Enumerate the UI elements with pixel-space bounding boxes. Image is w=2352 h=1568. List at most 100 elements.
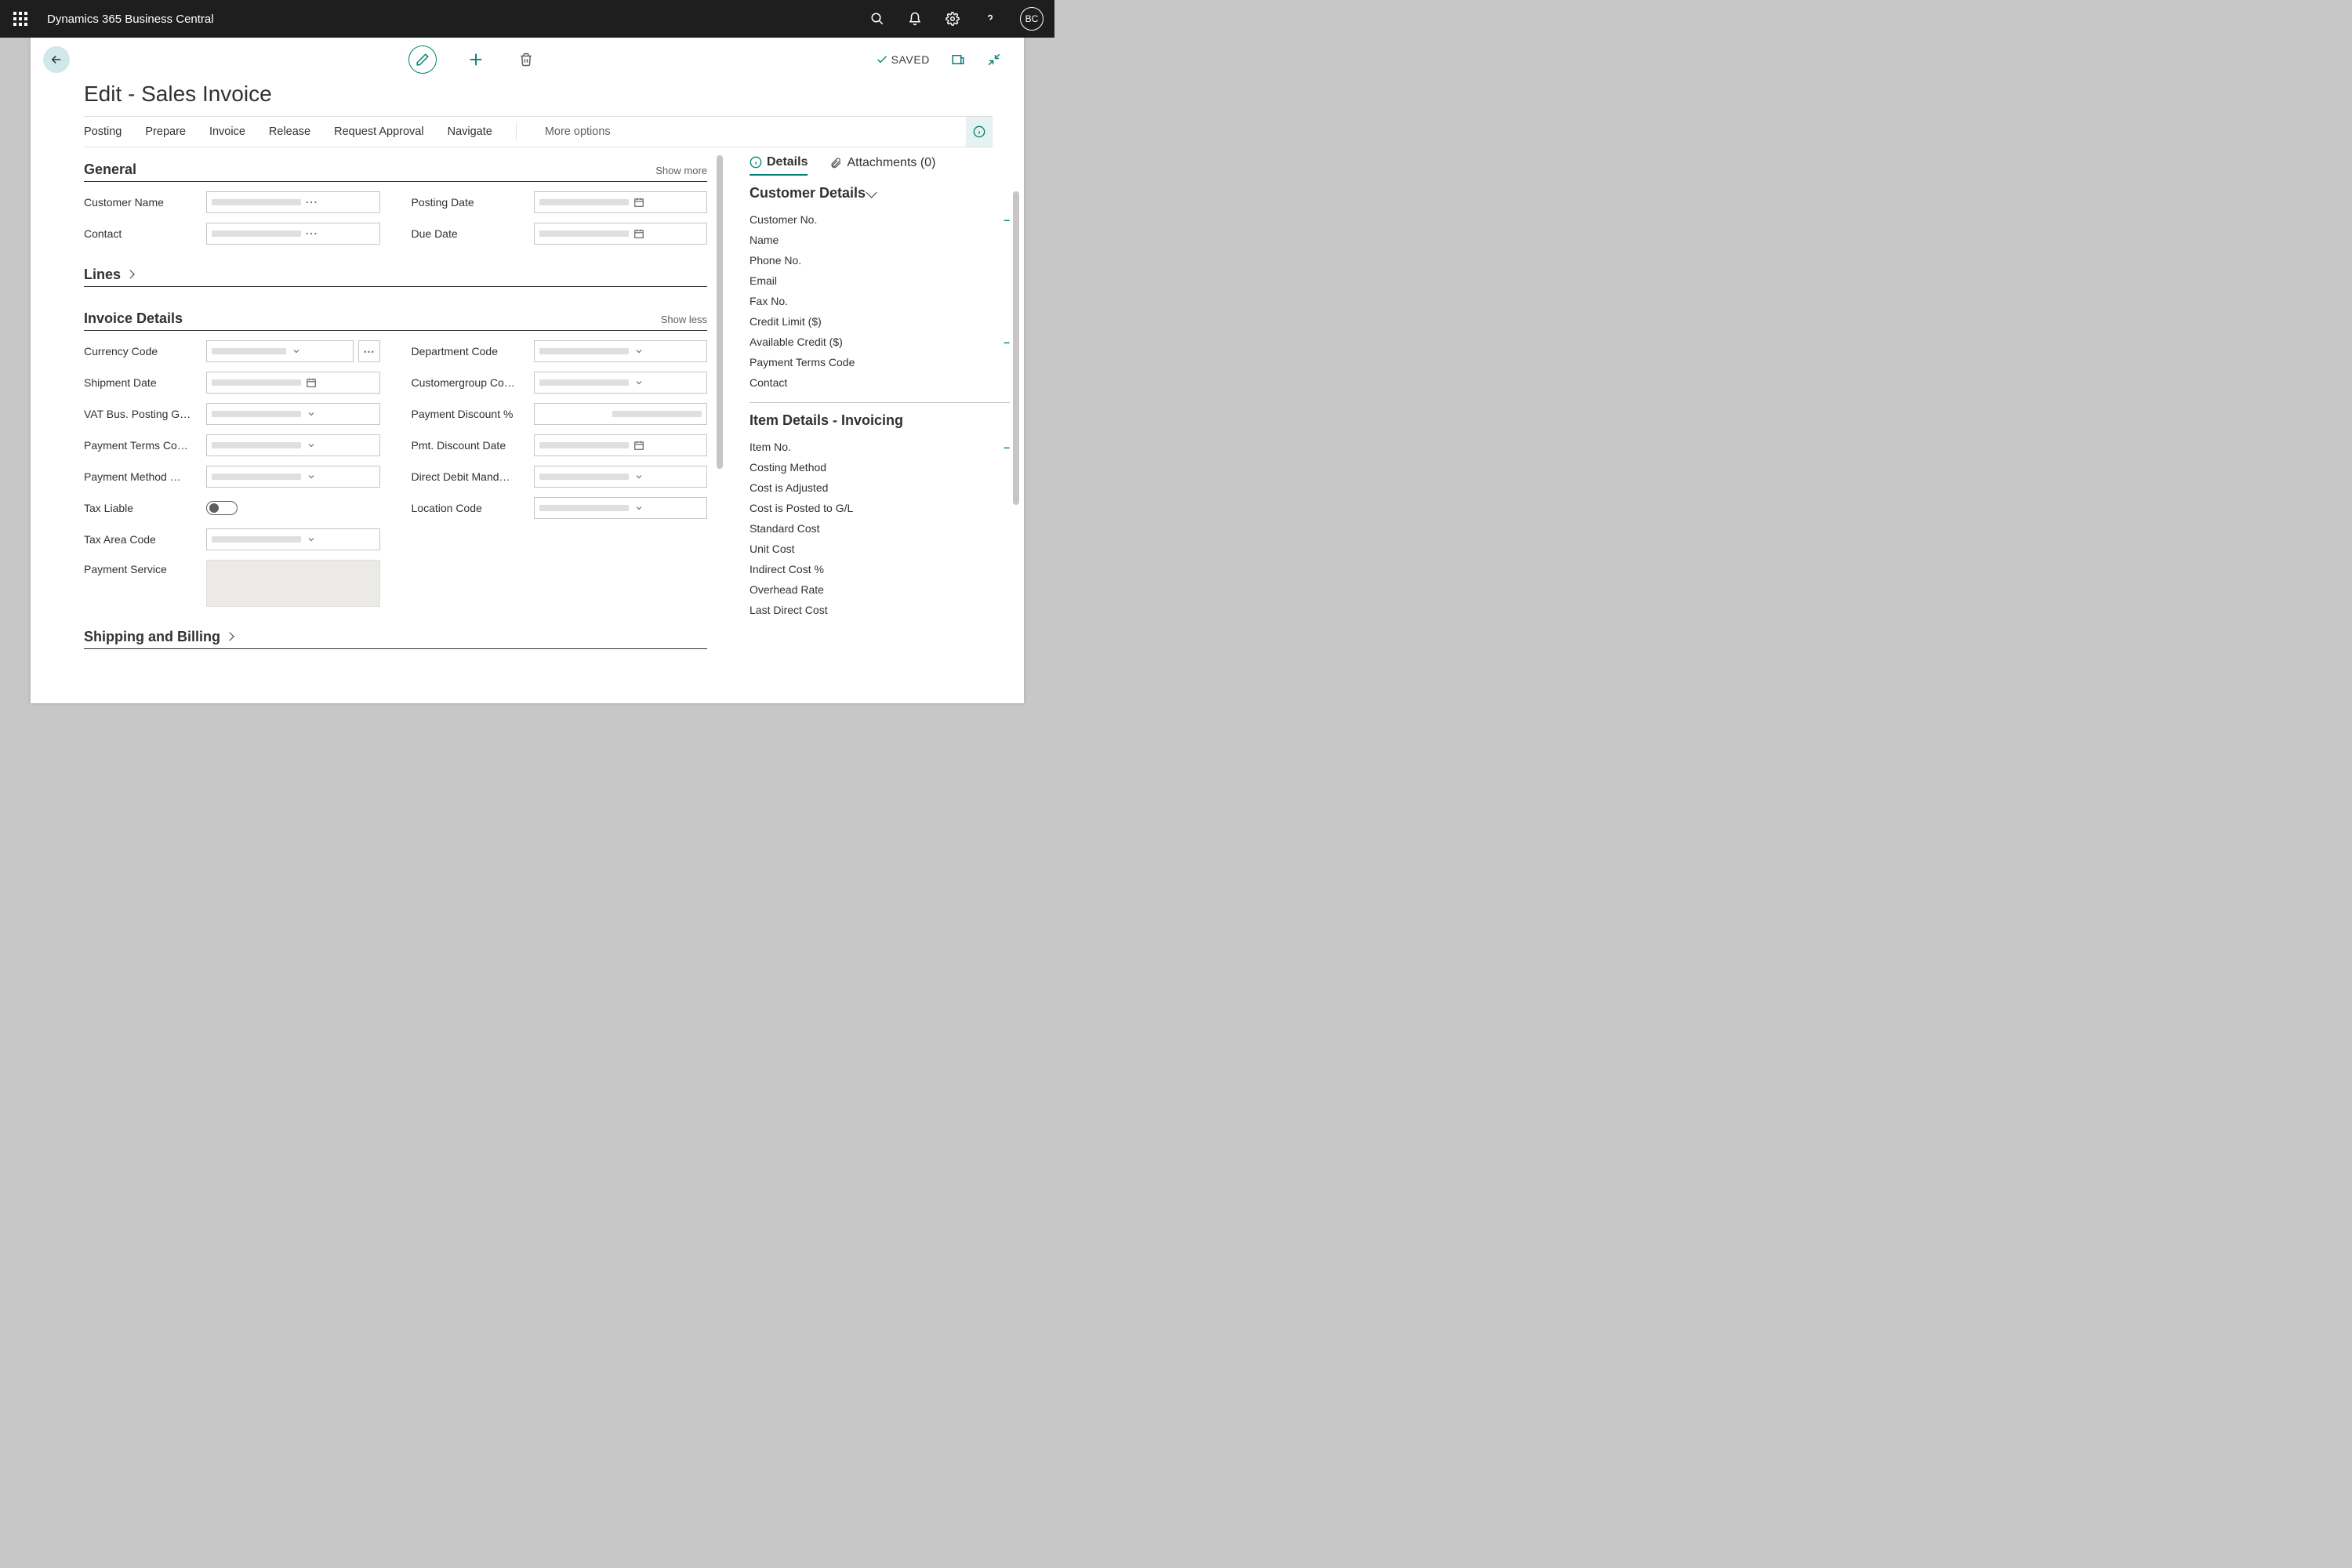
input-payment-discount[interactable]	[534, 403, 708, 425]
action-navigate[interactable]: Navigate	[448, 125, 492, 138]
chevron-down-icon[interactable]	[629, 372, 649, 393]
field-payment-method: Payment Method …	[84, 466, 380, 488]
id-overhead-rate: Overhead Rate	[750, 579, 1010, 600]
input-due-date[interactable]	[534, 223, 708, 245]
chevron-down-icon[interactable]	[629, 341, 649, 361]
link-dash[interactable]: –	[1004, 441, 1010, 453]
app-launcher-icon[interactable]	[8, 6, 33, 31]
cd-credit-limit: Credit Limit ($)	[750, 311, 1010, 332]
label-payment-method: Payment Method …	[84, 470, 194, 483]
chevron-down-icon[interactable]	[301, 529, 321, 550]
id-item-no: Item No.–	[750, 437, 1010, 457]
field-posting-date: Posting Date	[412, 191, 708, 213]
factbox-tab-details[interactable]: Details	[750, 155, 808, 176]
label-tax-area: Tax Area Code	[84, 533, 194, 546]
factbox-item-details-title[interactable]: Item Details - Invoicing	[750, 412, 1010, 429]
cd-email: Email	[750, 270, 1010, 291]
field-payment-service: Payment Service	[84, 560, 380, 607]
saved-label: SAVED	[891, 53, 930, 66]
new-button[interactable]	[465, 49, 487, 71]
chevron-down-icon[interactable]	[286, 341, 307, 361]
notifications-icon[interactable]	[907, 11, 923, 27]
factbox-tab-details-label: Details	[767, 155, 808, 169]
field-direct-debit: Direct Debit Mand…	[412, 466, 708, 488]
input-payment-method[interactable]	[206, 466, 380, 488]
cd-customer-no: Customer No.–	[750, 209, 1010, 230]
input-location-code[interactable]	[534, 497, 708, 519]
id-costing-method: Costing Method	[750, 457, 1010, 477]
input-customer-name[interactable]: ⋯	[206, 191, 380, 213]
chevron-down-icon[interactable]	[629, 498, 649, 518]
field-vat-bus: VAT Bus. Posting G…	[84, 403, 380, 425]
page-header: SAVED	[31, 38, 1024, 82]
section-shipping-billing[interactable]: Shipping and Billing	[84, 629, 707, 649]
input-vat-bus[interactable]	[206, 403, 380, 425]
input-payment-terms[interactable]	[206, 434, 380, 456]
field-department-code: Department Code	[412, 340, 708, 362]
calendar-icon[interactable]	[301, 372, 321, 393]
id-last-direct-cost: Last Direct Cost	[750, 600, 1010, 620]
toggle-tax-liable[interactable]	[206, 501, 238, 515]
settings-icon[interactable]	[945, 11, 960, 27]
calendar-icon[interactable]	[629, 435, 649, 456]
popout-icon[interactable]	[950, 52, 966, 67]
section-invoice-details-toggle[interactable]: Show less	[661, 314, 707, 325]
action-release[interactable]: Release	[269, 125, 310, 138]
label-shipment-date: Shipment Date	[84, 376, 194, 389]
label-customergroup: Customergroup Co…	[412, 376, 521, 389]
ellipsis-icon[interactable]: ⋯	[301, 192, 321, 212]
chevron-down-icon[interactable]	[301, 435, 321, 456]
chevron-down-icon[interactable]	[629, 466, 649, 487]
label-payment-terms: Payment Terms Co…	[84, 439, 194, 452]
help-icon[interactable]	[982, 11, 998, 27]
input-payment-service[interactable]	[206, 560, 380, 607]
label-pmt-discount-date: Pmt. Discount Date	[412, 439, 521, 452]
link-dash[interactable]: –	[1004, 213, 1010, 226]
edit-button[interactable]	[408, 45, 437, 74]
currency-assist-button[interactable]: ⋯	[358, 340, 380, 362]
search-icon[interactable]	[869, 11, 885, 27]
action-more-options[interactable]: More options	[545, 125, 611, 138]
chevron-down-icon[interactable]	[301, 404, 321, 424]
section-lines[interactable]: Lines	[84, 267, 707, 287]
input-department-code[interactable]	[534, 340, 708, 362]
factbox-tab-attachments-label: Attachments (0)	[847, 156, 935, 170]
calendar-icon[interactable]	[629, 192, 649, 212]
calendar-icon[interactable]	[629, 223, 649, 244]
input-currency-code[interactable]	[206, 340, 354, 362]
input-tax-area[interactable]	[206, 528, 380, 550]
factbox-tab-attachments[interactable]: Attachments (0)	[829, 155, 935, 176]
field-payment-discount: Payment Discount %	[412, 403, 708, 425]
label-due-date: Due Date	[412, 227, 521, 240]
label-posting-date: Posting Date	[412, 196, 521, 209]
main-scrollbar[interactable]	[717, 155, 723, 469]
field-tax-liable: Tax Liable	[84, 497, 380, 519]
field-currency-code: Currency Code ⋯	[84, 340, 380, 362]
factbox-customer-details-title[interactable]: Customer Details	[750, 185, 1010, 201]
chevron-down-icon[interactable]	[301, 466, 321, 487]
section-general-toggle[interactable]: Show more	[655, 165, 707, 176]
main-content: General Show more Customer Name ⋯ Postin…	[31, 147, 726, 703]
action-request-approval[interactable]: Request Approval	[334, 125, 423, 138]
input-direct-debit[interactable]	[534, 466, 708, 488]
delete-button[interactable]	[515, 49, 537, 71]
user-avatar[interactable]: BC	[1020, 7, 1044, 31]
label-department-code: Department Code	[412, 345, 521, 358]
collapse-icon[interactable]	[986, 52, 1002, 67]
input-customergroup[interactable]	[534, 372, 708, 394]
action-prepare[interactable]: Prepare	[145, 125, 186, 138]
link-dash[interactable]: –	[1004, 336, 1010, 348]
field-customergroup: Customergroup Co…	[412, 372, 708, 394]
label-contact: Contact	[84, 227, 194, 240]
factbox-toggle-icon[interactable]	[966, 117, 993, 147]
input-contact[interactable]: ⋯	[206, 223, 380, 245]
back-button[interactable]	[43, 46, 70, 73]
label-currency-code: Currency Code	[84, 345, 194, 358]
ellipsis-icon[interactable]: ⋯	[301, 223, 321, 244]
input-posting-date[interactable]	[534, 191, 708, 213]
factbox-scrollbar[interactable]	[1013, 191, 1019, 505]
input-pmt-discount-date[interactable]	[534, 434, 708, 456]
input-shipment-date[interactable]	[206, 372, 380, 394]
action-invoice[interactable]: Invoice	[209, 125, 245, 138]
action-posting[interactable]: Posting	[84, 125, 122, 138]
